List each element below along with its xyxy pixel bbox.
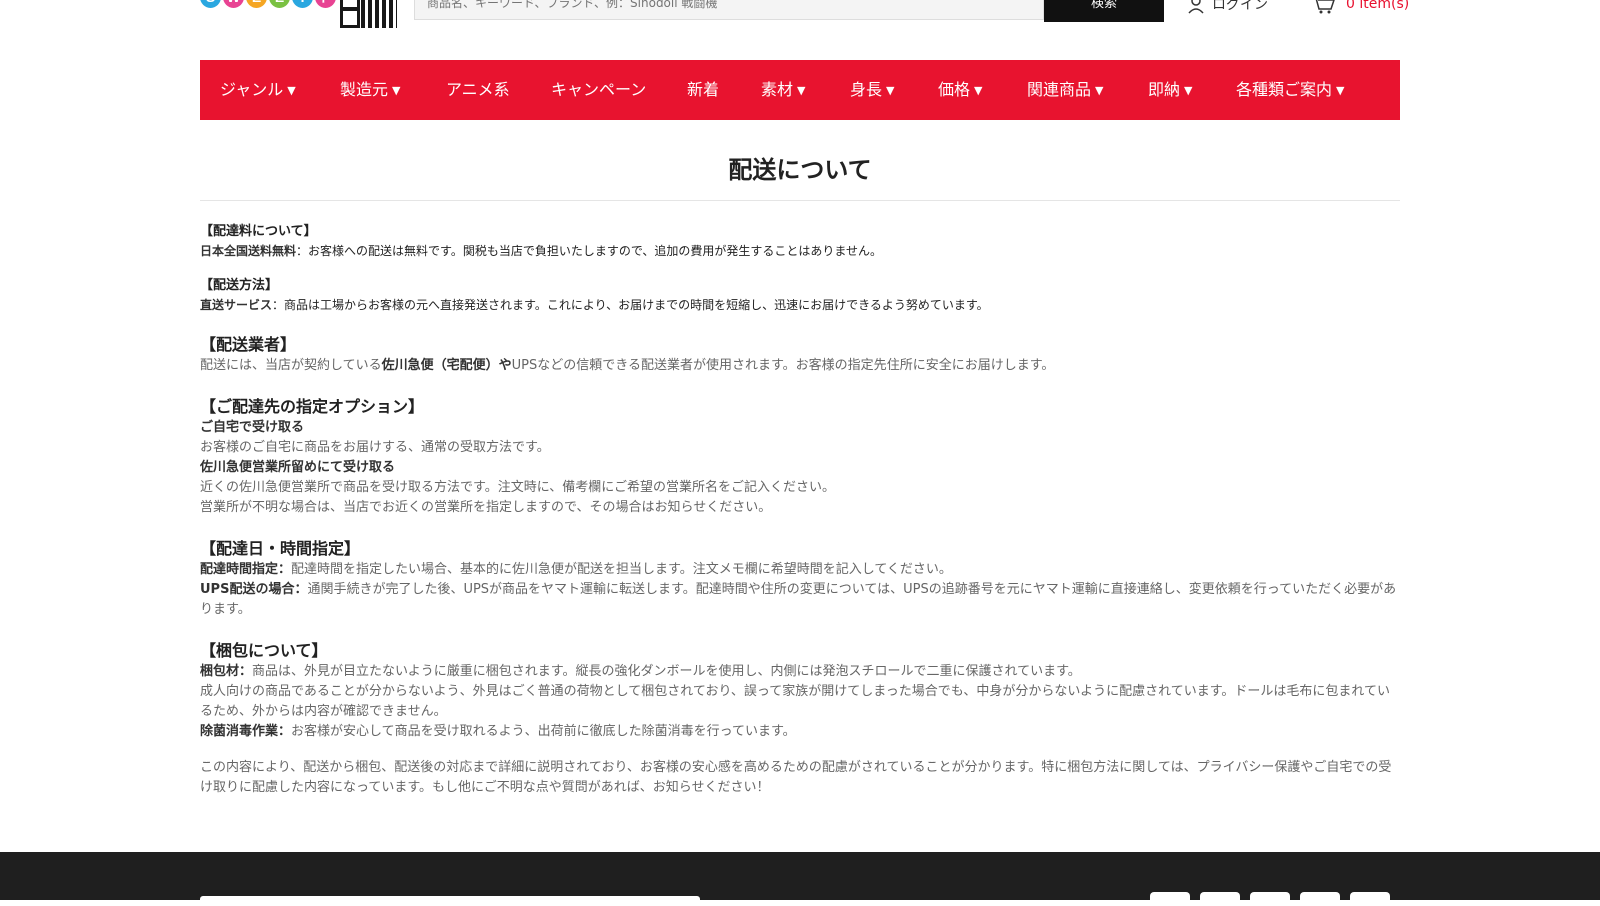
nav-item-anime[interactable]: アニメ系 bbox=[446, 60, 510, 120]
packaging-line: 梱包材：商品は、外見が目立たないように厳重に梱包されます。縦長の強化ダンボールを… bbox=[200, 664, 1081, 679]
caret-down-icon: ▼ bbox=[886, 84, 895, 97]
page-title: 配送について bbox=[728, 156, 872, 184]
login-label: ログイン bbox=[1212, 0, 1268, 13]
nav-item-related[interactable]: 関連商品 ▼ bbox=[1027, 60, 1103, 120]
logo-letter: ド bbox=[315, 0, 336, 8]
nav-item-genre[interactable]: ジャンル ▼ bbox=[220, 60, 296, 120]
nav-item-instock[interactable]: 即納 ▼ bbox=[1148, 60, 1192, 120]
login-link[interactable]: ログイン bbox=[1186, 0, 1268, 14]
nav-item-height[interactable]: 身長 ▼ bbox=[850, 60, 894, 120]
site-logo[interactable]: S W E E T ド bbox=[200, 0, 336, 12]
logo-letter: T bbox=[292, 0, 313, 8]
option-office-title: 佐川急便営業所留めにて受け取る bbox=[200, 460, 396, 475]
sanitize-line: 除菌消毒作業：お客様が安心して商品を受け取れるよう、出荷前に徹底した除菌消毒を行… bbox=[200, 724, 796, 739]
nav-item-maker[interactable]: 製造元 ▼ bbox=[340, 60, 400, 120]
caret-down-icon: ▼ bbox=[1336, 84, 1345, 97]
datetime-line: 配達時間指定：配達時間を指定したい場合、基本的に佐川急便が配送を担当します。注文… bbox=[200, 562, 952, 577]
caret-down-icon: ▼ bbox=[392, 84, 401, 97]
cart-count: 0 item(s) bbox=[1346, 0, 1410, 12]
title-divider bbox=[200, 200, 1400, 201]
social-icon[interactable] bbox=[1150, 892, 1190, 904]
section-heading-destination: 【ご配達先の指定オプション】 bbox=[200, 397, 425, 416]
cart-link[interactable]: 0 item(s) bbox=[1310, 0, 1409, 14]
cart-icon bbox=[1315, 0, 1335, 14]
carrier-line: 配送には、当店が契約している佐川急便（宅配便）やUPSなどの信頼できる配送業者が… bbox=[200, 358, 1055, 373]
caret-down-icon: ▼ bbox=[1184, 84, 1193, 97]
section-heading-datetime: 【配達日・時間指定】 bbox=[200, 539, 361, 558]
newsletter-input[interactable] bbox=[200, 896, 700, 906]
nav-item-new[interactable]: 新着 bbox=[687, 60, 719, 120]
section-heading-carrier: 【配送業者】 bbox=[200, 335, 297, 354]
nav-item-material[interactable]: 素材 ▼ bbox=[761, 60, 805, 120]
ups-line: UPS配送の場合：通関手続きが完了した後、UPSが商品をヤマト運輸に転送します。… bbox=[200, 582, 1397, 617]
site-header: S W E E T ド 検索 ログイン 0 item(s) bbox=[0, 0, 1600, 60]
summary-text: この内容により、配送から梱包、配送後の対応まで詳細に説明されており、お客様の安心… bbox=[200, 760, 1392, 795]
logo-letter: S bbox=[200, 0, 221, 8]
social-icon[interactable] bbox=[1200, 892, 1240, 904]
method-line: 直送サービス：商品は工場からお客様の元へ直接発送されます。これにより、お届けまで… bbox=[200, 298, 989, 312]
qr-code-icon bbox=[340, 0, 397, 28]
packaging-privacy: 成人向けの商品であることが分からないよう、外見はごく普通の荷物として梱包されてお… bbox=[200, 684, 1391, 719]
logo-letter: E bbox=[269, 0, 290, 8]
logo-letter: E bbox=[246, 0, 267, 8]
section-heading-packaging: 【梱包について】 bbox=[200, 641, 328, 660]
section-heading-fee: 【配達料について】 bbox=[200, 224, 317, 239]
option-home-title: ご自宅で受け取る bbox=[200, 420, 305, 435]
shipping-content: 【配達料について】 日本全国送料無料：お客様への配送は無料です。関税も当店で負担… bbox=[200, 222, 1400, 798]
caret-down-icon: ▼ bbox=[797, 84, 806, 97]
site-footer bbox=[0, 852, 1600, 906]
caret-down-icon: ▼ bbox=[974, 84, 983, 97]
social-icon[interactable] bbox=[1350, 892, 1390, 904]
fee-line: 日本全国送料無料：お客様への配送は無料です。関税も当店で負担いたしますので、追加… bbox=[200, 244, 882, 258]
search-bar: 検索 bbox=[414, 0, 1164, 22]
option-office-text: 近くの佐川急便営業所で商品を受け取る方法です。注文時に、備考欄にご希望の営業所名… bbox=[200, 480, 836, 495]
section-heading-method: 【配送方法】 bbox=[200, 278, 279, 293]
nav-item-campaign[interactable]: キャンペーン bbox=[551, 60, 646, 120]
logo-letter: W bbox=[223, 0, 244, 8]
option-home-text: お客様のご自宅に商品をお届けする、通常の受取方法です。 bbox=[200, 440, 550, 455]
user-icon bbox=[1188, 0, 1204, 14]
caret-down-icon: ▼ bbox=[1095, 84, 1104, 97]
nav-item-guide[interactable]: 各種類ご案内 ▼ bbox=[1236, 60, 1344, 120]
social-icon[interactable] bbox=[1300, 892, 1340, 904]
search-button[interactable]: 検索 bbox=[1044, 0, 1164, 22]
search-input[interactable] bbox=[414, 0, 1044, 20]
option-office-note: 営業所が不明な場合は、当店でお近くの営業所を指定しますので、その場合はお知らせく… bbox=[200, 500, 772, 515]
caret-down-icon: ▼ bbox=[287, 84, 296, 97]
nav-item-price[interactable]: 価格 ▼ bbox=[938, 60, 982, 120]
social-icon[interactable] bbox=[1250, 892, 1290, 904]
main-nav: ジャンル ▼ 製造元 ▼ アニメ系 キャンペーン 新着 素材 ▼ 身長 ▼ 価格 ▼ 関連… bbox=[200, 60, 1400, 120]
